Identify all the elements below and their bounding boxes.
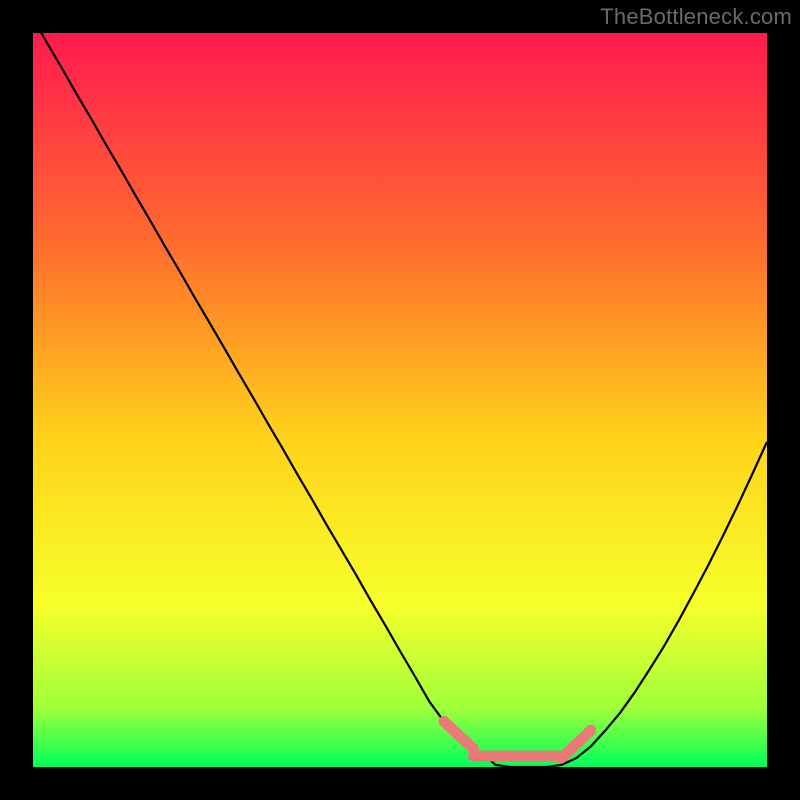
chart-plot-area [33,33,767,767]
watermark-text: TheBottleneck.com [600,4,792,30]
chart-frame: TheBottleneck.com [0,0,800,800]
chart-svg [33,33,767,767]
